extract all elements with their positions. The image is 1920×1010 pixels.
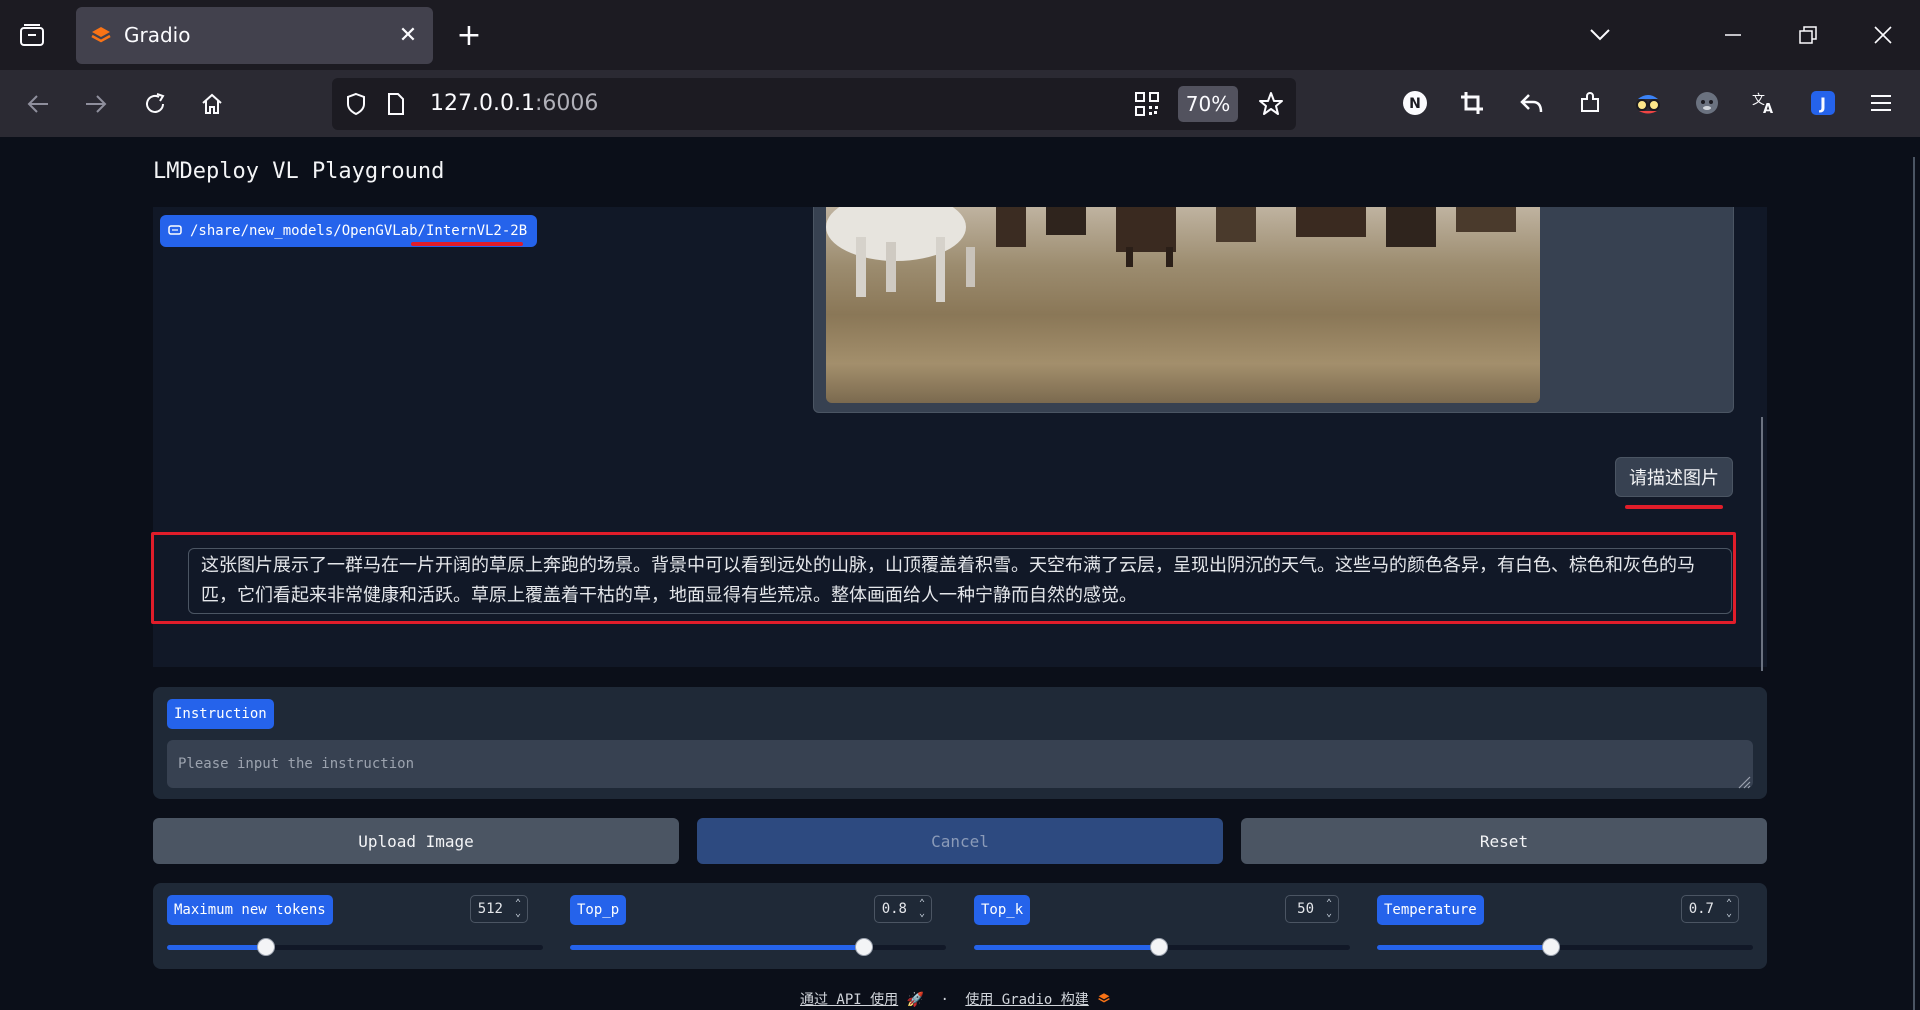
page-scrollbar[interactable] bbox=[1913, 157, 1915, 1010]
instruction-input[interactable]: Please input the instruction bbox=[167, 740, 1753, 788]
page-title: LMDeploy VL Playground bbox=[153, 159, 445, 184]
upload-image-button[interactable]: Upload Image bbox=[153, 818, 679, 864]
browser-toolbar: 127.0.0.1:6006 70% N 文A J bbox=[0, 70, 1920, 137]
address-bar[interactable]: 127.0.0.1:6006 bbox=[332, 78, 1296, 130]
footer: 通过 API 使用 🚀 · 使用 Gradio 构建 bbox=[800, 989, 1111, 1009]
rocket-icon: 🚀 bbox=[906, 992, 925, 1008]
shield-icon[interactable] bbox=[342, 90, 370, 118]
url-host: 127.0.0.1 bbox=[430, 91, 535, 116]
cancel-button[interactable]: Cancel bbox=[697, 818, 1223, 864]
svg-text:N: N bbox=[1409, 96, 1421, 112]
tab-overview-icon[interactable] bbox=[16, 18, 48, 52]
reset-button[interactable]: Reset bbox=[1241, 818, 1767, 864]
number-input[interactable]: 0.7 ⌃ ⌄ bbox=[1681, 895, 1739, 923]
chat-bubble-icon bbox=[168, 225, 182, 237]
reload-icon[interactable] bbox=[139, 88, 171, 120]
slider-label: Temperature bbox=[1377, 895, 1484, 925]
tab-gradio[interactable]: Gradio ✕ bbox=[76, 7, 433, 64]
slider-thumb[interactable] bbox=[1541, 938, 1560, 956]
instruction-label: Instruction bbox=[167, 699, 274, 729]
annotation-underline-model bbox=[411, 242, 523, 246]
built-with-gradio-link[interactable]: 使用 Gradio 构建 bbox=[965, 992, 1088, 1008]
tab-title: Gradio bbox=[124, 23, 191, 47]
qr-code-icon[interactable] bbox=[1132, 90, 1162, 118]
crop-screenshot-icon[interactable] bbox=[1457, 88, 1487, 118]
number-input[interactable]: 512 ⌃ ⌄ bbox=[470, 895, 528, 923]
model-path: /share/new_models/OpenGVLab/InternVL2-2B bbox=[190, 223, 528, 239]
annotation-underline-user-message bbox=[1625, 505, 1723, 509]
browser-tab-bar: Gradio ✕ + bbox=[0, 0, 1920, 70]
zoom-level-button[interactable]: 70% bbox=[1178, 86, 1238, 122]
url-text[interactable]: 127.0.0.1:6006 bbox=[430, 91, 598, 116]
user-message-bubble: 请描述图片 bbox=[1615, 457, 1733, 497]
chat-scrollbar[interactable] bbox=[1761, 417, 1763, 671]
undo-arrow-icon[interactable] bbox=[1516, 88, 1546, 118]
footer-separator: · bbox=[940, 992, 949, 1008]
back-icon[interactable] bbox=[22, 88, 54, 120]
resize-handle-icon[interactable] bbox=[1737, 774, 1751, 793]
translate-icon[interactable]: 文A bbox=[1749, 88, 1779, 118]
forward-icon[interactable] bbox=[80, 88, 112, 120]
list-tabs-chevron-icon[interactable] bbox=[1585, 22, 1615, 48]
number-input[interactable]: 0.8 ⌃ ⌄ bbox=[874, 895, 932, 923]
parameters-panel bbox=[153, 883, 1767, 969]
number-input[interactable]: 50 ⌃ ⌄ bbox=[1285, 895, 1339, 923]
gradio-logo-icon bbox=[1097, 992, 1111, 1008]
url-port: :6006 bbox=[534, 91, 599, 116]
svg-text:J: J bbox=[1819, 94, 1826, 113]
home-icon[interactable] bbox=[196, 88, 228, 120]
notion-extension-icon[interactable]: N bbox=[1400, 88, 1430, 118]
j-extension-icon[interactable]: J bbox=[1808, 88, 1838, 118]
monkey-extension-icon[interactable] bbox=[1692, 88, 1722, 118]
slider-label: Maximum new tokens bbox=[167, 895, 333, 925]
slider-label: Top_k bbox=[974, 895, 1031, 925]
extensions-puzzle-icon[interactable] bbox=[1575, 88, 1605, 118]
close-window-icon[interactable] bbox=[1868, 22, 1898, 48]
horses-photo bbox=[826, 207, 1540, 403]
annotation-box-bot-reply bbox=[151, 532, 1736, 624]
slider-label: Top_p bbox=[570, 895, 627, 925]
restore-icon[interactable] bbox=[1793, 22, 1823, 48]
slider-thumb[interactable] bbox=[256, 938, 275, 956]
page-icon bbox=[384, 90, 408, 118]
bookmark-star-icon[interactable] bbox=[1256, 90, 1286, 118]
gradio-page: LMDeploy VL Playground /share/new_models… bbox=[0, 137, 1920, 1010]
minimize-icon[interactable] bbox=[1718, 22, 1748, 48]
svg-text:A: A bbox=[1763, 102, 1773, 115]
hamburger-menu-icon[interactable] bbox=[1866, 88, 1896, 118]
gradio-logo-icon bbox=[90, 25, 112, 49]
close-tab-icon[interactable]: ✕ bbox=[396, 23, 420, 48]
new-tab-icon[interactable]: + bbox=[454, 18, 484, 53]
reader-glasses-icon[interactable] bbox=[1633, 88, 1663, 118]
use-via-api-link[interactable]: 通过 API 使用 bbox=[800, 992, 898, 1008]
